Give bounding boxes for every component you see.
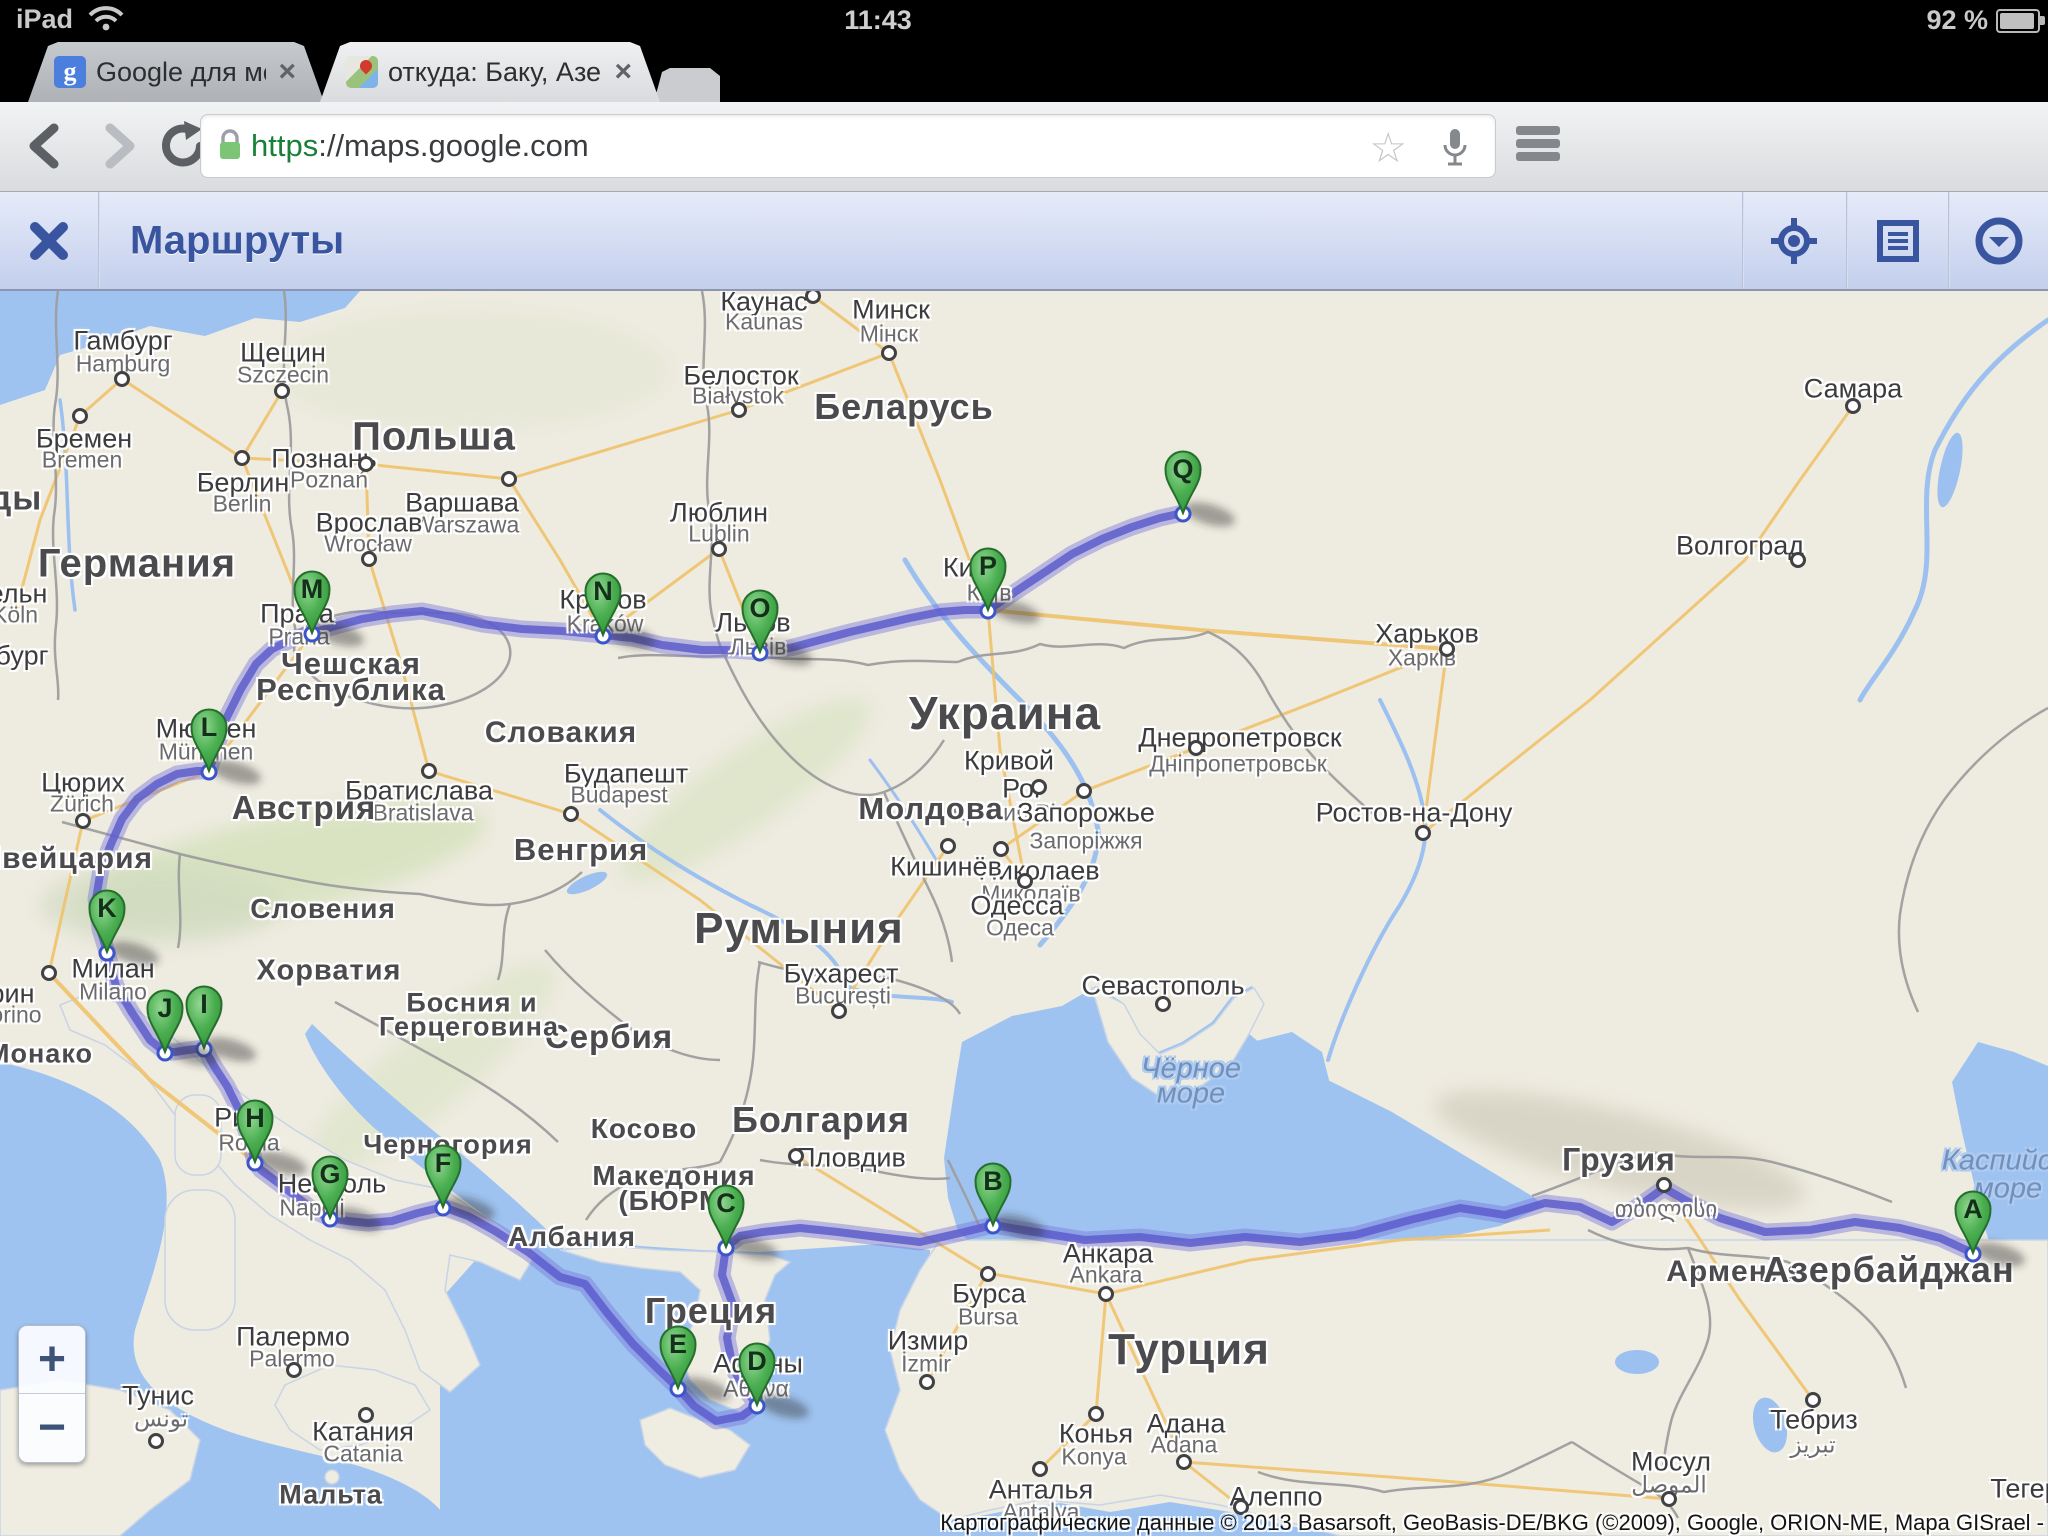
google-icon: g bbox=[54, 56, 86, 88]
svg-text:J: J bbox=[157, 993, 172, 1023]
expand-options-button[interactable] bbox=[1950, 192, 2048, 289]
google-maps-icon bbox=[346, 56, 378, 88]
map-pin-L[interactable]: L bbox=[192, 710, 264, 790]
svg-text:K: K bbox=[97, 893, 117, 923]
tab-bar: g Google для мобильных ус × откуда: Баку… bbox=[0, 40, 2048, 102]
tab-title: откуда: Баку, Азербайдж bbox=[388, 57, 602, 88]
svg-text:L: L bbox=[201, 712, 218, 742]
svg-text:I: I bbox=[200, 989, 208, 1019]
svg-text:B: B bbox=[983, 1166, 1003, 1196]
locate-icon bbox=[1770, 217, 1818, 265]
svg-text:O: O bbox=[749, 593, 770, 623]
wifi-icon bbox=[88, 6, 124, 32]
map-pin-H[interactable]: H bbox=[238, 1101, 310, 1181]
svg-text:Q: Q bbox=[1172, 454, 1193, 484]
map-attribution: Картографические данные © 2013 Basarsoft… bbox=[940, 1510, 2044, 1536]
chevron-down-icon bbox=[1975, 217, 2023, 265]
status-bar: iPad 11:43 92 % bbox=[0, 0, 2048, 40]
tab-title: Google для мобильных ус bbox=[96, 57, 266, 88]
svg-text:M: M bbox=[301, 574, 324, 604]
list-icon bbox=[1876, 219, 1920, 263]
page-title: Маршруты bbox=[130, 218, 344, 263]
zoom-out-button[interactable]: − bbox=[19, 1394, 85, 1461]
close-icon bbox=[27, 219, 71, 263]
url-scheme: https bbox=[251, 128, 318, 164]
svg-text:H: H bbox=[245, 1103, 265, 1133]
svg-text:A: A bbox=[1963, 1194, 1983, 1224]
close-tab-icon[interactable]: × bbox=[612, 55, 634, 89]
map-pin-N[interactable]: N bbox=[586, 574, 658, 654]
battery-percent: 92 % bbox=[1926, 5, 1988, 36]
close-directions-button[interactable] bbox=[0, 192, 98, 289]
svg-text:N: N bbox=[593, 576, 613, 606]
map-pin-B[interactable]: B bbox=[976, 1164, 1048, 1244]
map-pin-Q[interactable]: Q bbox=[1166, 452, 1238, 532]
svg-text:F: F bbox=[435, 1148, 452, 1178]
clock: 11:43 bbox=[844, 5, 912, 36]
svg-text:E: E bbox=[669, 1329, 687, 1359]
zoom-in-button[interactable]: + bbox=[19, 1326, 85, 1394]
url-text: ://maps.google.com bbox=[318, 128, 589, 164]
map-pin-G[interactable]: G bbox=[313, 1157, 385, 1237]
url-bar[interactable]: https://maps.google.com ☆ bbox=[200, 114, 1496, 178]
map-pin-F[interactable]: F bbox=[426, 1146, 498, 1226]
ssl-lock-icon bbox=[217, 129, 243, 163]
close-tab-icon[interactable]: × bbox=[276, 55, 298, 89]
map-pin-C[interactable]: C bbox=[709, 1186, 781, 1266]
tab-google-maps[interactable]: откуда: Баку, Азербайдж × bbox=[320, 42, 660, 102]
map-pin-K[interactable]: K bbox=[90, 891, 162, 971]
tab-google-mobile[interactable]: g Google для мобильных ус × bbox=[28, 42, 324, 102]
menu-icon[interactable] bbox=[1516, 120, 1560, 172]
my-location-button[interactable] bbox=[1744, 192, 1844, 289]
bookmark-star-icon[interactable]: ☆ bbox=[1369, 123, 1407, 172]
map-pin-P[interactable]: P bbox=[971, 549, 1043, 629]
map-pin-O[interactable]: O bbox=[743, 591, 815, 671]
map-pin-D[interactable]: D bbox=[740, 1344, 812, 1424]
map-pin-M[interactable]: M bbox=[295, 572, 367, 652]
directions-list-button[interactable] bbox=[1848, 192, 1948, 289]
svg-text:C: C bbox=[716, 1188, 736, 1218]
voice-search-icon[interactable] bbox=[1441, 127, 1469, 169]
maps-toolbar: Маршруты bbox=[0, 192, 2048, 291]
browser-toolbar: https://maps.google.com ☆ bbox=[0, 102, 2048, 192]
svg-text:G: G bbox=[319, 1159, 340, 1189]
svg-text:D: D bbox=[747, 1346, 767, 1376]
map-pin-E[interactable]: E bbox=[661, 1327, 733, 1407]
device-label: iPad bbox=[16, 4, 73, 35]
zoom-control[interactable]: + − bbox=[18, 1325, 86, 1463]
new-tab-button[interactable] bbox=[654, 68, 720, 102]
forward-button[interactable] bbox=[92, 120, 144, 172]
back-button[interactable] bbox=[20, 120, 72, 172]
svg-text:P: P bbox=[979, 551, 997, 581]
map-pin-A[interactable]: A bbox=[1956, 1192, 2028, 1272]
battery-icon bbox=[1996, 9, 2040, 33]
ipad-screen: { "status_bar": {"device":"iPad","time":… bbox=[0, 0, 2048, 1536]
